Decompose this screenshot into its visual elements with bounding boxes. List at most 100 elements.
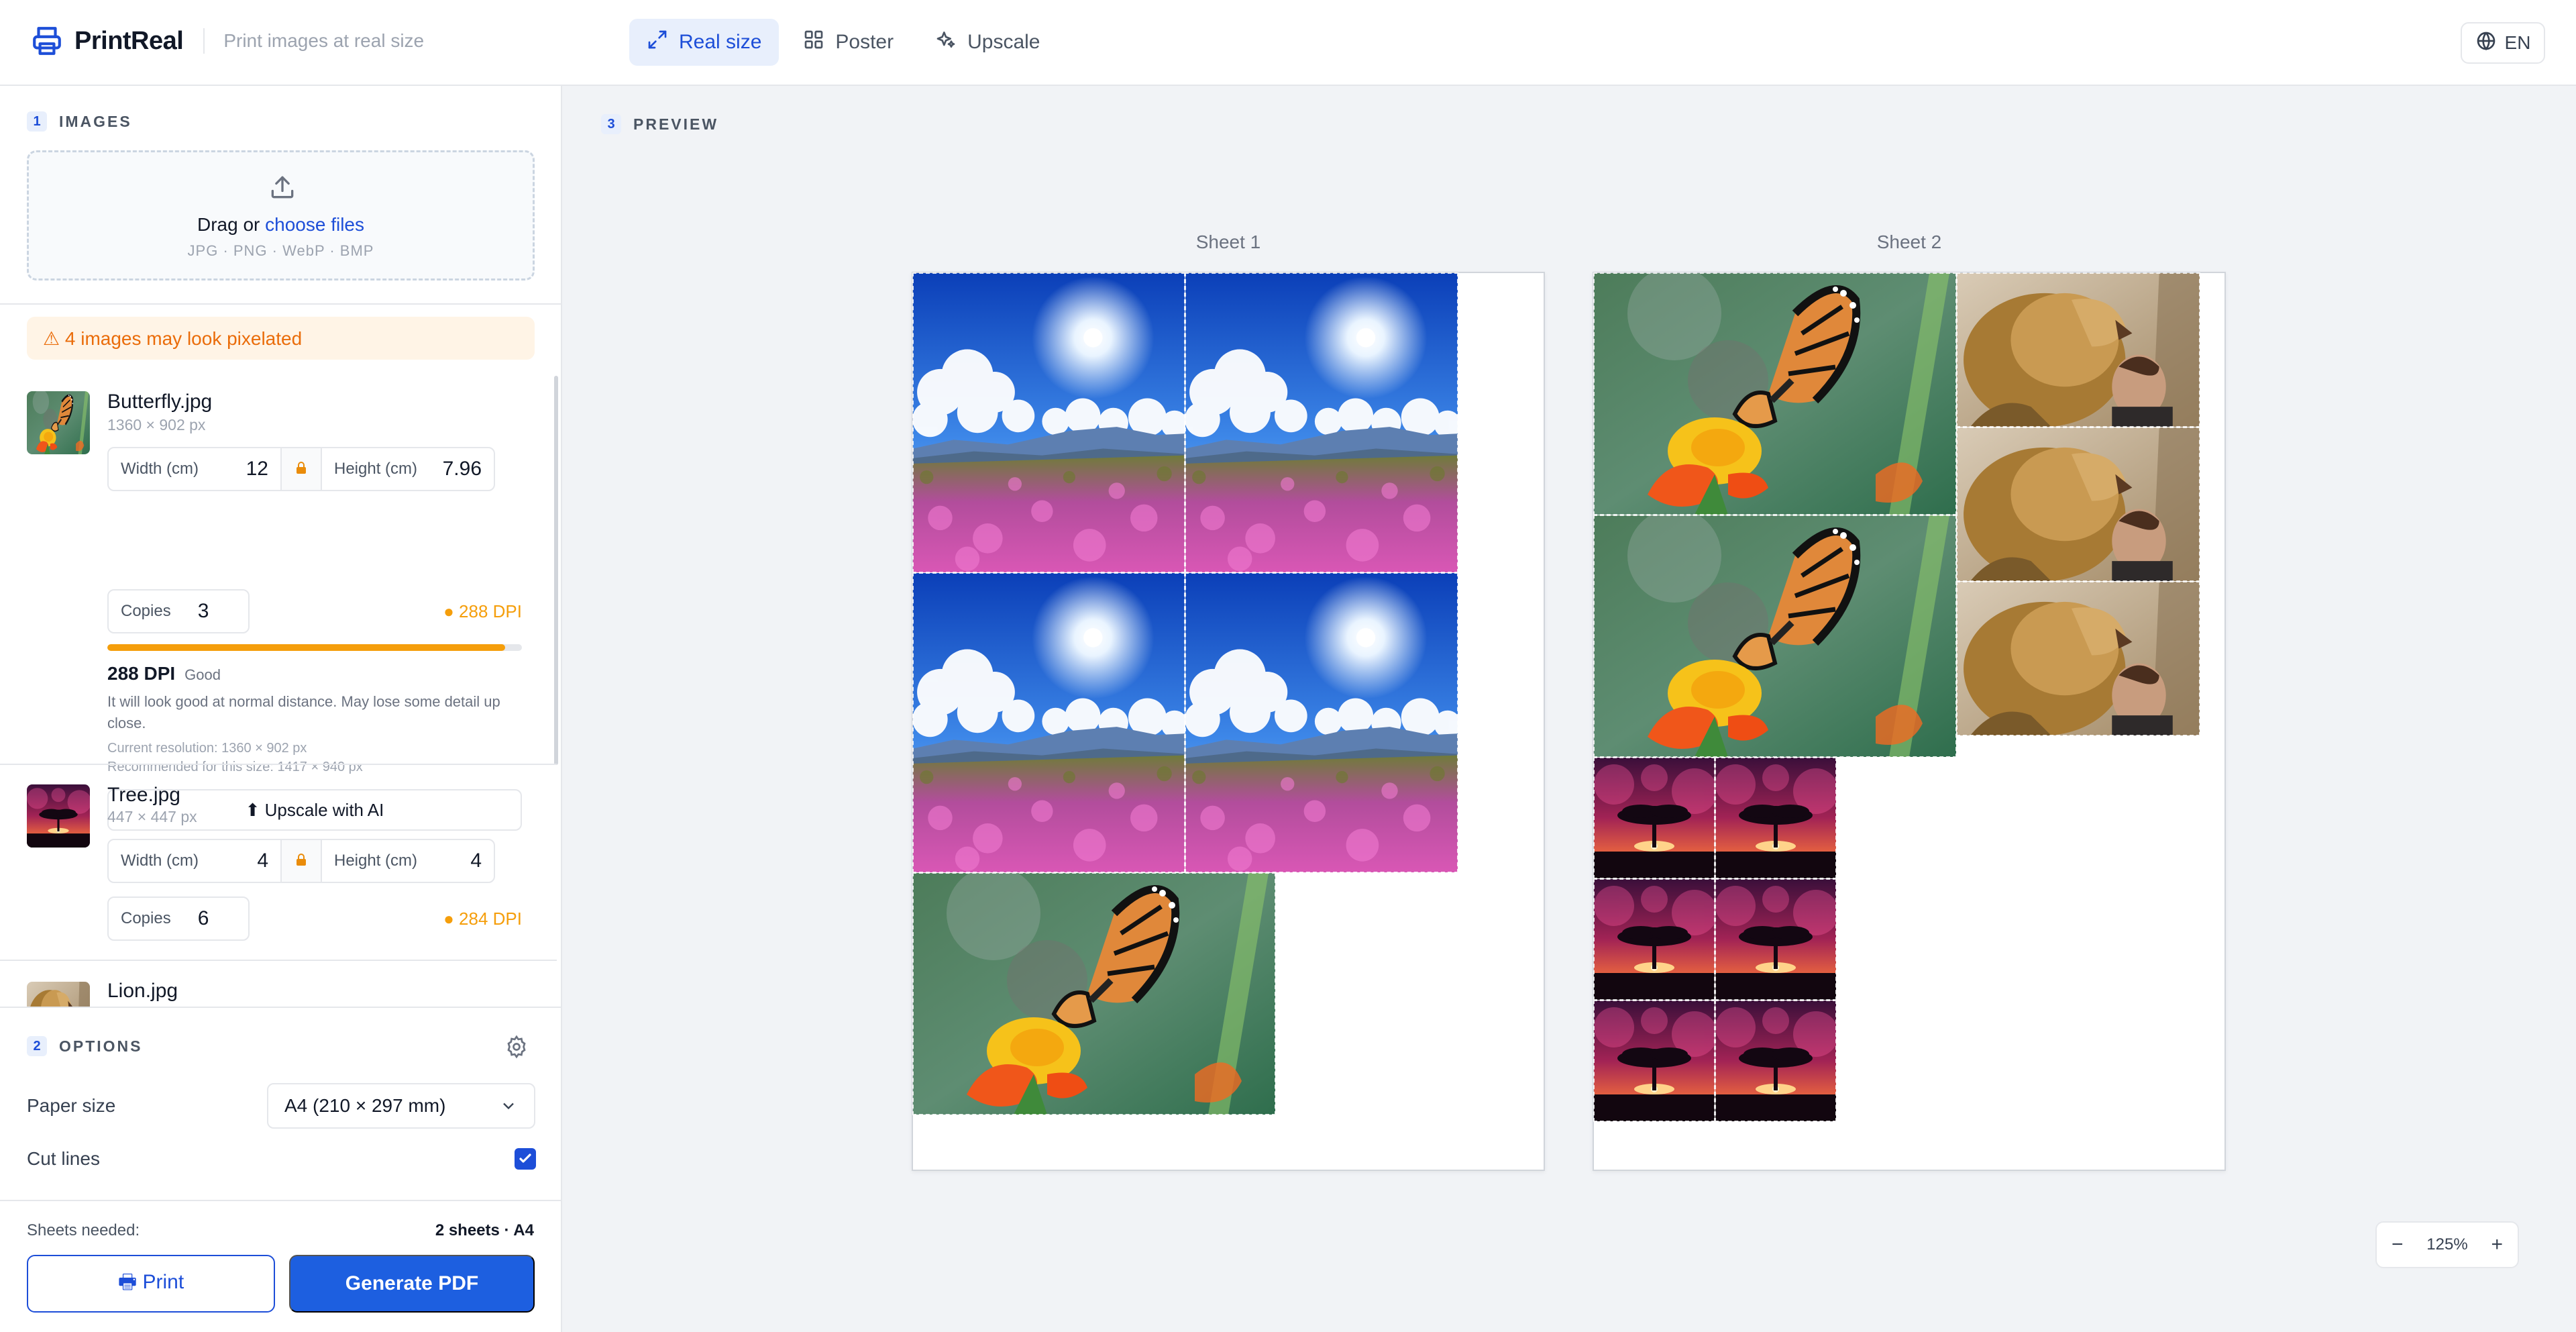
brand[interactable]: PrintReal Print images at real size: [30, 24, 424, 58]
choose-files-link[interactable]: choose files: [265, 214, 364, 235]
divider: [0, 764, 557, 765]
tab-real-size[interactable]: Real size: [629, 19, 780, 66]
app-tagline: Print images at real size: [223, 30, 425, 51]
zoom-in-button[interactable]: +: [2491, 1233, 2503, 1256]
cut-lines-label: Cut lines: [27, 1148, 100, 1169]
dpi-quality-label: Good: [184, 666, 221, 683]
width-label: Width (cm): [121, 460, 199, 478]
paper-size-select[interactable]: A4 (210 × 297 mm): [267, 1083, 535, 1129]
cut-lines-checkbox[interactable]: [515, 1148, 536, 1170]
image-tile-tree[interactable]: [1715, 1000, 1837, 1122]
image-filename: Lion.jpg: [107, 980, 178, 1002]
sheets-needed-label: Sheets needed:: [27, 1221, 140, 1239]
aspect-lock-button[interactable]: [280, 448, 322, 490]
section-title: IMAGES: [59, 112, 132, 130]
width-field[interactable]: Width (cm) 4: [109, 840, 280, 882]
height-label: Height (cm): [334, 460, 418, 478]
preview-section-header: 3 PREVIEW: [601, 114, 718, 134]
height-value[interactable]: 4: [470, 850, 482, 872]
image-tile-lion[interactable]: [1956, 427, 2200, 582]
width-value[interactable]: 12: [246, 458, 268, 480]
height-field[interactable]: Height (cm) 7.96: [322, 448, 494, 490]
image-list-scrollbar[interactable]: [554, 376, 558, 765]
dpi-badge: ● 284 DPI: [443, 909, 522, 929]
globe-icon: [2475, 30, 2497, 56]
upload-icon: [268, 172, 297, 202]
image-tile-tree[interactable]: [1593, 757, 1715, 879]
image-tile-landscape[interactable]: [1185, 272, 1458, 573]
zoom-control: − 125% +: [2375, 1221, 2519, 1268]
paper-size-value: A4 (210 × 297 mm): [284, 1095, 446, 1116]
pixelation-warning: ⚠ 4 images may look pixelated: [27, 317, 535, 360]
dpi-value: 288 DPI Good: [107, 663, 221, 684]
image-filename: Tree.jpg: [107, 784, 180, 806]
image-tile-tree[interactable]: [1715, 878, 1837, 1001]
print-button[interactable]: 🖶 Print: [27, 1255, 275, 1313]
tab-poster[interactable]: Poster: [786, 19, 911, 66]
file-dropzone[interactable]: Drag or choose files JPG · PNG · WebP · …: [27, 150, 535, 280]
image-tile-tree[interactable]: [1593, 1000, 1715, 1122]
image-tile-tree[interactable]: [1593, 878, 1715, 1001]
tab-label: Real size: [679, 31, 762, 53]
app-name: PrintReal: [74, 26, 184, 55]
brand-divider: [203, 28, 205, 54]
options-section-header: 2 OPTIONS: [27, 1036, 143, 1056]
options-panel: 2 OPTIONS Paper size A4 (210 × 297 mm) C…: [0, 1007, 561, 1201]
width-value[interactable]: 4: [257, 850, 268, 872]
copies-label: Copies: [121, 602, 171, 620]
printer-icon: [30, 24, 64, 58]
sidebar-footer: Sheets needed: 2 sheets · A4 🖶 Print Gen…: [0, 1200, 561, 1332]
zoom-level: 125%: [2426, 1235, 2468, 1253]
copies-value[interactable]: 3: [198, 600, 209, 623]
height-value[interactable]: 7.96: [443, 458, 482, 480]
copies-value[interactable]: 6: [198, 907, 209, 930]
grid-icon: [803, 29, 824, 56]
sidebar: 1 IMAGES Drag or choose files JPG · PNG …: [0, 86, 562, 1332]
section-title: OPTIONS: [59, 1037, 143, 1055]
image-tile-butterfly[interactable]: [1593, 515, 1957, 758]
zoom-out-button[interactable]: −: [2392, 1233, 2404, 1256]
language-selector[interactable]: EN: [2461, 22, 2545, 64]
lock-icon: [293, 852, 309, 871]
image-thumbnail: [27, 391, 90, 454]
sheet-1: [912, 272, 1545, 1171]
image-tile-lion[interactable]: [1956, 581, 2200, 736]
gear-icon[interactable]: [504, 1035, 529, 1059]
dpi-quality-bar: [107, 644, 522, 651]
images-section-header: 1 IMAGES: [27, 111, 132, 132]
image-tile-landscape[interactable]: [912, 272, 1185, 573]
checkmark-icon: [519, 1154, 531, 1163]
recommended-resolution: Recommended for this size: 1417 × 940 px: [107, 760, 363, 774]
image-tile-landscape[interactable]: [912, 572, 1185, 873]
copies-field[interactable]: Copies 3: [107, 589, 250, 633]
image-tile-lion[interactable]: [1956, 272, 2200, 427]
sparkle-icon: [935, 29, 957, 56]
width-field[interactable]: Width (cm) 12: [109, 448, 280, 490]
aspect-lock-button[interactable]: [280, 840, 322, 882]
image-tile-butterfly[interactable]: [1593, 272, 1957, 515]
image-filename: Butterfly.jpg: [107, 391, 213, 413]
drop-label: Drag or: [197, 214, 260, 235]
sheet-2-label: Sheet 2: [1876, 232, 1942, 252]
height-field[interactable]: Height (cm) 4: [322, 840, 494, 882]
divider: [0, 303, 561, 305]
generate-pdf-button[interactable]: Generate PDF: [289, 1255, 535, 1313]
paper-size-label: Paper size: [27, 1095, 116, 1116]
tab-label: Upscale: [967, 31, 1040, 53]
divider: [0, 960, 557, 961]
top-bar: PrintReal Print images at real size Real…: [0, 0, 2576, 86]
image-tile-butterfly[interactable]: [912, 872, 1276, 1115]
mode-tabs: Real size Poster Upscale: [629, 19, 1058, 66]
size-inputs: Width (cm) 4 Height (cm) 4: [107, 839, 495, 883]
copies-label: Copies: [121, 909, 171, 927]
sheet-2: [1593, 272, 2226, 1171]
tab-upscale[interactable]: Upscale: [918, 19, 1057, 66]
current-resolution: Current resolution: 1360 × 902 px: [107, 741, 307, 756]
image-pixel-dimensions: 1360 × 902 px: [107, 416, 206, 433]
step-number: 1: [27, 111, 47, 132]
copies-field[interactable]: Copies 6: [107, 896, 250, 941]
image-tile-landscape[interactable]: [1185, 572, 1458, 873]
image-tile-tree[interactable]: [1715, 757, 1837, 879]
expand-arrows-icon: [647, 29, 668, 56]
supported-formats: JPG · PNG · WebP · BMP: [187, 242, 374, 259]
